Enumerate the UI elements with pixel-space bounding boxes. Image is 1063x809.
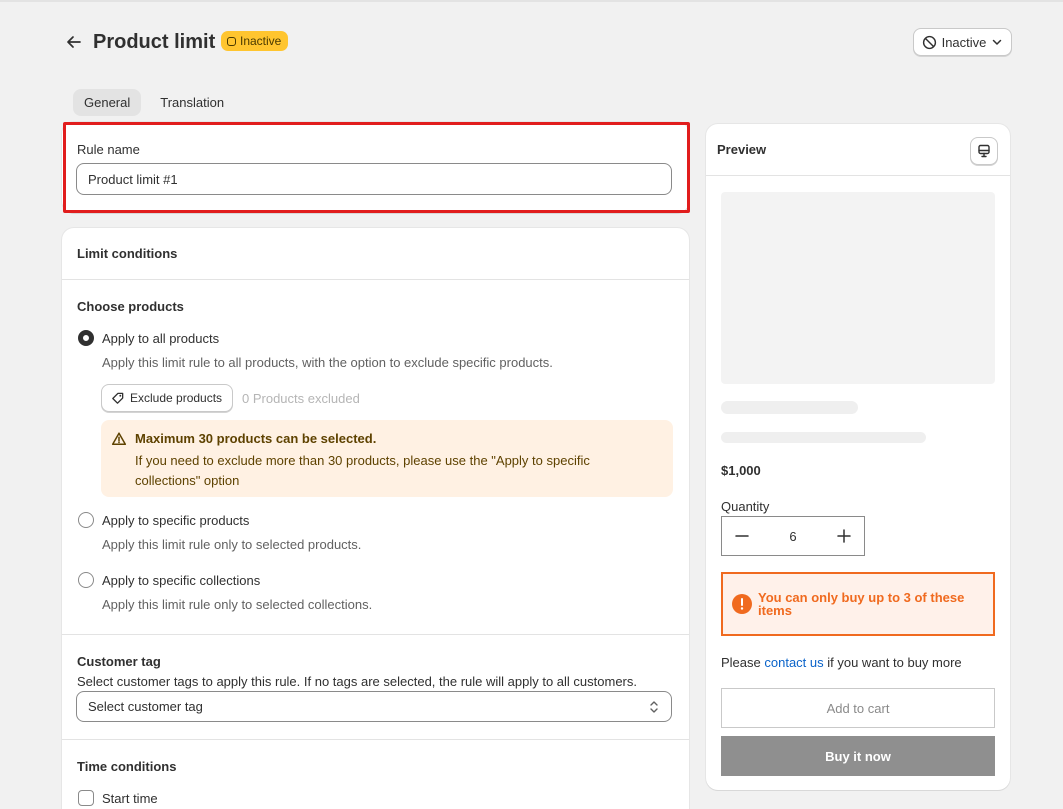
excluded-count: 0 Products excluded [242, 391, 360, 406]
option-specific-collections-desc: Apply this limit rule only to selected c… [102, 597, 373, 612]
disabled-circle-icon [922, 35, 936, 49]
time-conditions-title: Time conditions [77, 759, 177, 774]
rule-name-label: Rule name [77, 142, 140, 157]
back-arrow-icon[interactable] [64, 32, 84, 52]
tab-general[interactable]: General [73, 89, 142, 116]
status-dropdown-label: Inactive [941, 34, 987, 50]
status-dot-icon [227, 36, 236, 46]
option-all-products-label: Apply to all products [102, 331, 220, 346]
exclude-products-button[interactable]: Exclude products [101, 384, 234, 412]
contact-line: Please contact us if you want to buy mor… [721, 655, 962, 670]
quantity-label: Quantity [721, 499, 770, 514]
status-dropdown-button[interactable]: Inactive [913, 28, 1012, 56]
tab-translation[interactable]: Translation [149, 89, 235, 116]
divider [62, 739, 689, 740]
desktop-icon [978, 144, 990, 158]
contact-prefix: Please [721, 655, 765, 670]
product-image-placeholder [721, 192, 995, 384]
radio-all-products[interactable] [78, 330, 94, 346]
limit-message-box: You can only buy up to 3 of these items [721, 572, 995, 636]
radio-specific-collections[interactable] [78, 572, 94, 588]
product-price: $1,000 [721, 463, 761, 478]
warning-text: If you need to exclude more than 30 prod… [135, 453, 590, 488]
rule-name-card: Rule name Product limit #1 [62, 122, 689, 213]
warning-banner: Maximum 30 products can be selected. If … [101, 420, 673, 497]
chevron-down-icon [993, 39, 1002, 45]
device-toggle-button[interactable] [970, 137, 998, 165]
exclude-products-label: Exclude products [130, 391, 223, 405]
top-border [0, 0, 1063, 2]
page-title: Product limit [93, 31, 216, 53]
warning-title: Maximum 30 products can be selected. [135, 431, 377, 446]
preview-card: Preview $1,000 Quantity 6 You can only b… [706, 124, 1010, 790]
plus-icon[interactable] [836, 528, 852, 544]
alert-circle-icon [732, 594, 752, 614]
tag-icon [112, 392, 124, 404]
tab-bar: General Translation [73, 89, 235, 116]
minus-icon[interactable] [734, 528, 750, 544]
customer-tag-placeholder: Select customer tag [88, 699, 203, 714]
option-specific-products-desc: Apply this limit rule only to selected p… [102, 537, 362, 552]
start-time-label: Start time [102, 791, 158, 806]
divider [706, 175, 1010, 176]
choose-products-title: Choose products [77, 299, 184, 314]
contact-us-link[interactable]: contact us [764, 655, 823, 670]
buy-it-now-button[interactable]: Buy it now [721, 736, 995, 776]
rule-name-input[interactable]: Product limit #1 [76, 163, 672, 195]
divider [62, 279, 689, 280]
select-arrows-icon [650, 700, 658, 713]
warning-triangle-icon [111, 432, 127, 446]
add-to-cart-button[interactable]: Add to cart [721, 688, 995, 728]
customer-tag-select[interactable]: Select customer tag [76, 691, 672, 722]
option-specific-products-label: Apply to specific products [102, 513, 250, 528]
customer-tag-desc: Select customer tags to apply this rule.… [77, 674, 637, 689]
skeleton-line [721, 401, 858, 414]
option-all-products-desc: Apply this limit rule to all products, w… [102, 355, 553, 370]
customer-tag-title: Customer tag [77, 654, 161, 669]
status-badge-label: Inactive [240, 34, 282, 48]
start-time-checkbox[interactable] [78, 790, 94, 806]
quantity-value[interactable]: 6 [789, 529, 796, 544]
page-header: Product limit Inactive Inactive [64, 28, 1012, 56]
status-badge: Inactive [221, 31, 289, 51]
limit-conditions-card: Limit conditions Choose products Apply t… [62, 228, 689, 809]
divider [62, 634, 689, 635]
preview-title: Preview [717, 142, 767, 157]
limit-message-text: You can only buy up to 3 of these items [758, 590, 965, 618]
quantity-stepper: 6 [721, 516, 865, 556]
contact-suffix: if you want to buy more [823, 655, 962, 670]
option-specific-collections-label: Apply to specific collections [102, 573, 261, 588]
radio-specific-products[interactable] [78, 512, 94, 528]
limit-conditions-title: Limit conditions [77, 246, 178, 261]
skeleton-line [721, 432, 926, 443]
